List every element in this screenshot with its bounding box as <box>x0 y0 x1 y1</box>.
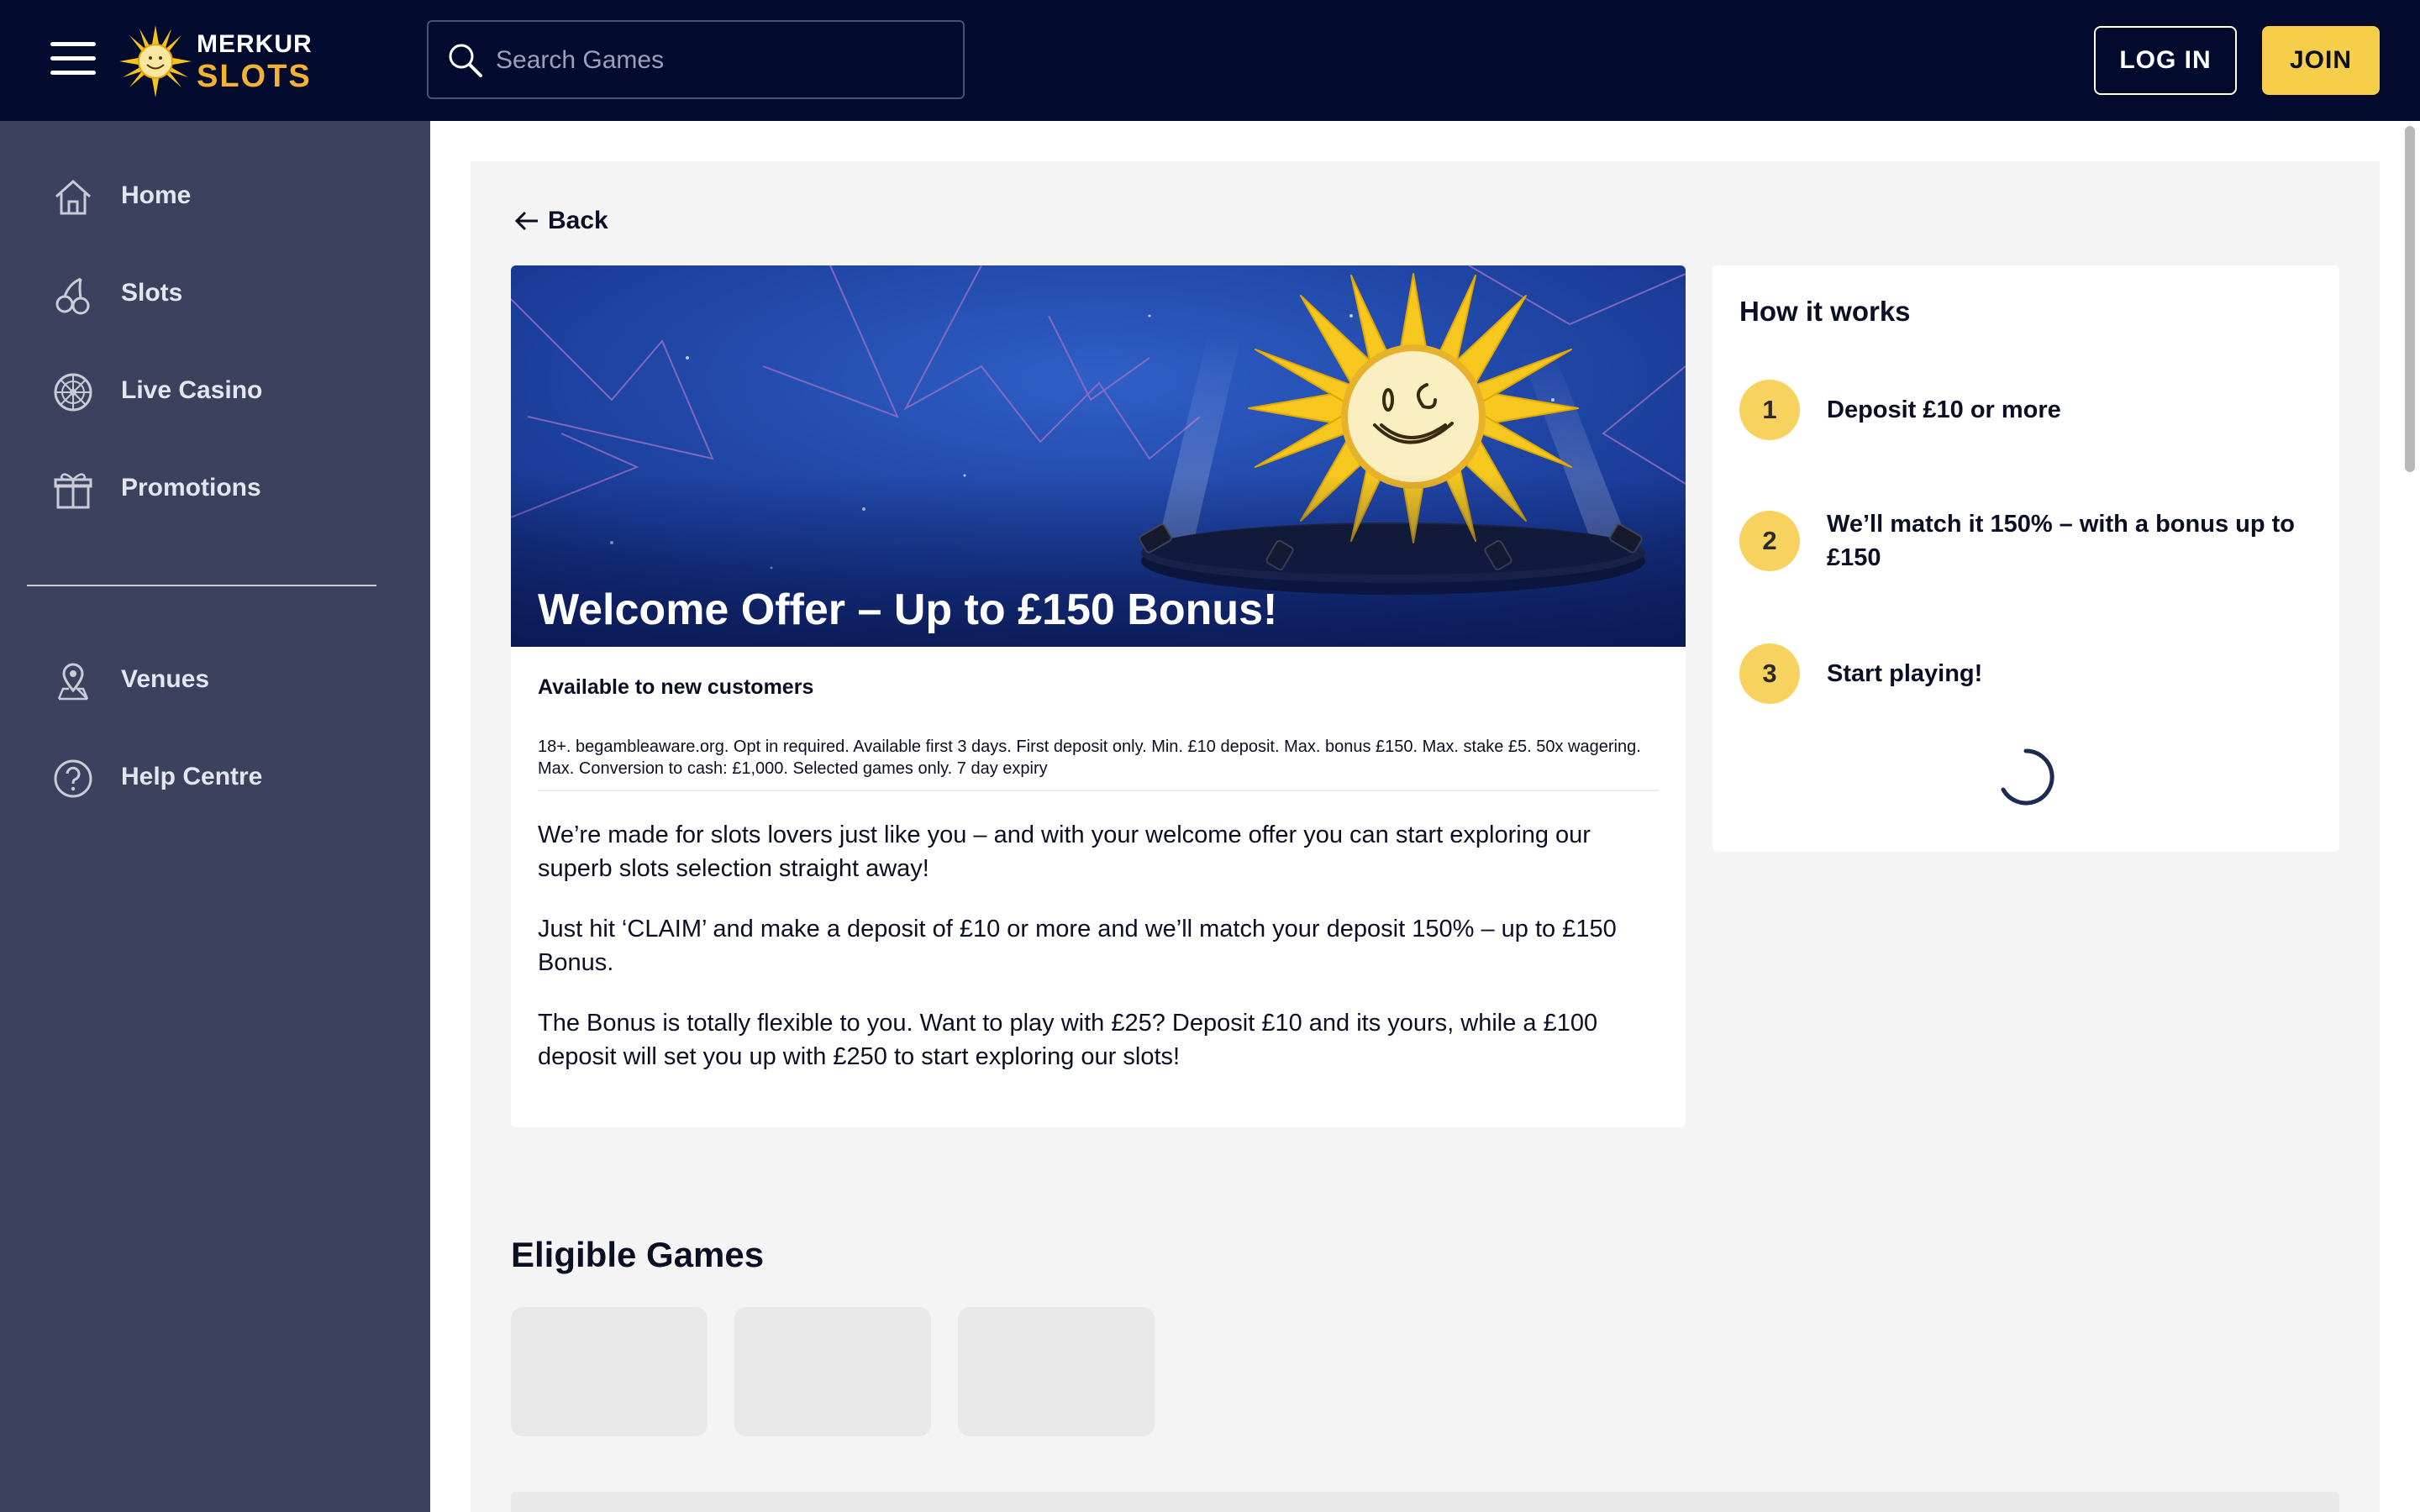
sidebar-item-home[interactable]: Home <box>52 171 405 222</box>
sidebar-item-venues[interactable]: Venues <box>52 655 405 706</box>
offer-paragraph: We’re made for slots lovers just like yo… <box>538 822 1591 882</box>
sidebar-item-label: Live Casino <box>121 376 263 404</box>
offer-title: Welcome Offer – Up to £150 Bonus! <box>538 585 1278 634</box>
login-button[interactable]: LOG IN <box>2094 26 2237 95</box>
back-label: Back <box>548 207 608 234</box>
sidebar-item-label: Promotions <box>121 474 261 501</box>
scrollbar-thumb[interactable] <box>2405 126 2415 472</box>
offer-paragraph: The Bonus is totally flexible to you. Wa… <box>538 1010 1598 1070</box>
gift-icon <box>54 473 92 509</box>
step-number-badge: 3 <box>1739 643 1800 704</box>
eligible-games-title: Eligible Games <box>511 1235 765 1274</box>
join-button[interactable]: JOIN <box>2262 26 2380 95</box>
step-text: Deposit £10 or more <box>1827 396 2061 423</box>
sidebar-item-promotions[interactable]: Promotions <box>52 464 405 514</box>
step-text: Start playing! <box>1827 660 1983 687</box>
game-tile-placeholder[interactable] <box>511 1307 708 1436</box>
brand-name-top: MERKUR <box>197 30 313 58</box>
step-text: We’ll match it 150% – with a bonus up to… <box>1827 511 2295 571</box>
sidebar-item-label: Help Centre <box>121 763 263 790</box>
terms-divider <box>538 790 1659 791</box>
sidebar-item-help-centre[interactable]: Help Centre <box>52 753 405 803</box>
sidebar-item-slots[interactable]: Slots <box>52 269 405 319</box>
how-it-works-card: How it works 1 Deposit £10 or more 2 We’… <box>1712 265 2339 852</box>
sun-logo-icon <box>119 25 192 97</box>
step-number-badge: 1 <box>1739 380 1800 440</box>
location-pin-icon <box>57 663 89 701</box>
sidebar: Home Slots Live Casino Promotions Venues… <box>0 121 430 1512</box>
sidebar-item-label: Venues <box>121 665 210 693</box>
search-icon <box>449 44 482 77</box>
terms-text: 18+. begambleaware.org. Opt in required.… <box>538 738 1641 778</box>
availability-text: Available to new customers <box>538 675 814 699</box>
search-box[interactable] <box>427 20 965 99</box>
cherries-icon <box>55 277 90 315</box>
sidebar-item-label: Slots <box>121 279 183 307</box>
game-tile-placeholder[interactable] <box>734 1307 931 1436</box>
content-placeholder <box>511 1492 2339 1512</box>
top-bar: MERKUR SLOTS LOG IN JOIN <box>0 0 2420 121</box>
sidebar-divider <box>27 585 376 586</box>
menu-icon[interactable] <box>50 42 96 76</box>
roulette-wheel-icon <box>54 373 92 412</box>
loading-spinner-icon <box>2001 748 2054 806</box>
offer-paragraph: Just hit ‘CLAIM’ and make a deposit of £… <box>538 916 1617 976</box>
offer-card: Welcome Offer – Up to £150 Bonus! Availa… <box>511 265 1686 1127</box>
sidebar-item-label: Home <box>121 181 192 209</box>
help-icon <box>54 759 92 798</box>
game-tile-placeholder[interactable] <box>958 1307 1155 1436</box>
home-icon <box>55 179 92 215</box>
brand-logo[interactable]: MERKUR SLOTS <box>119 22 313 99</box>
step-number-badge: 2 <box>1739 511 1800 571</box>
how-it-works-title: How it works <box>1739 296 1911 327</box>
arrow-left-icon <box>514 211 538 231</box>
brand-name-bottom: SLOTS <box>197 59 312 94</box>
search-input[interactable] <box>494 37 934 84</box>
sidebar-item-live-casino[interactable]: Live Casino <box>52 366 405 417</box>
